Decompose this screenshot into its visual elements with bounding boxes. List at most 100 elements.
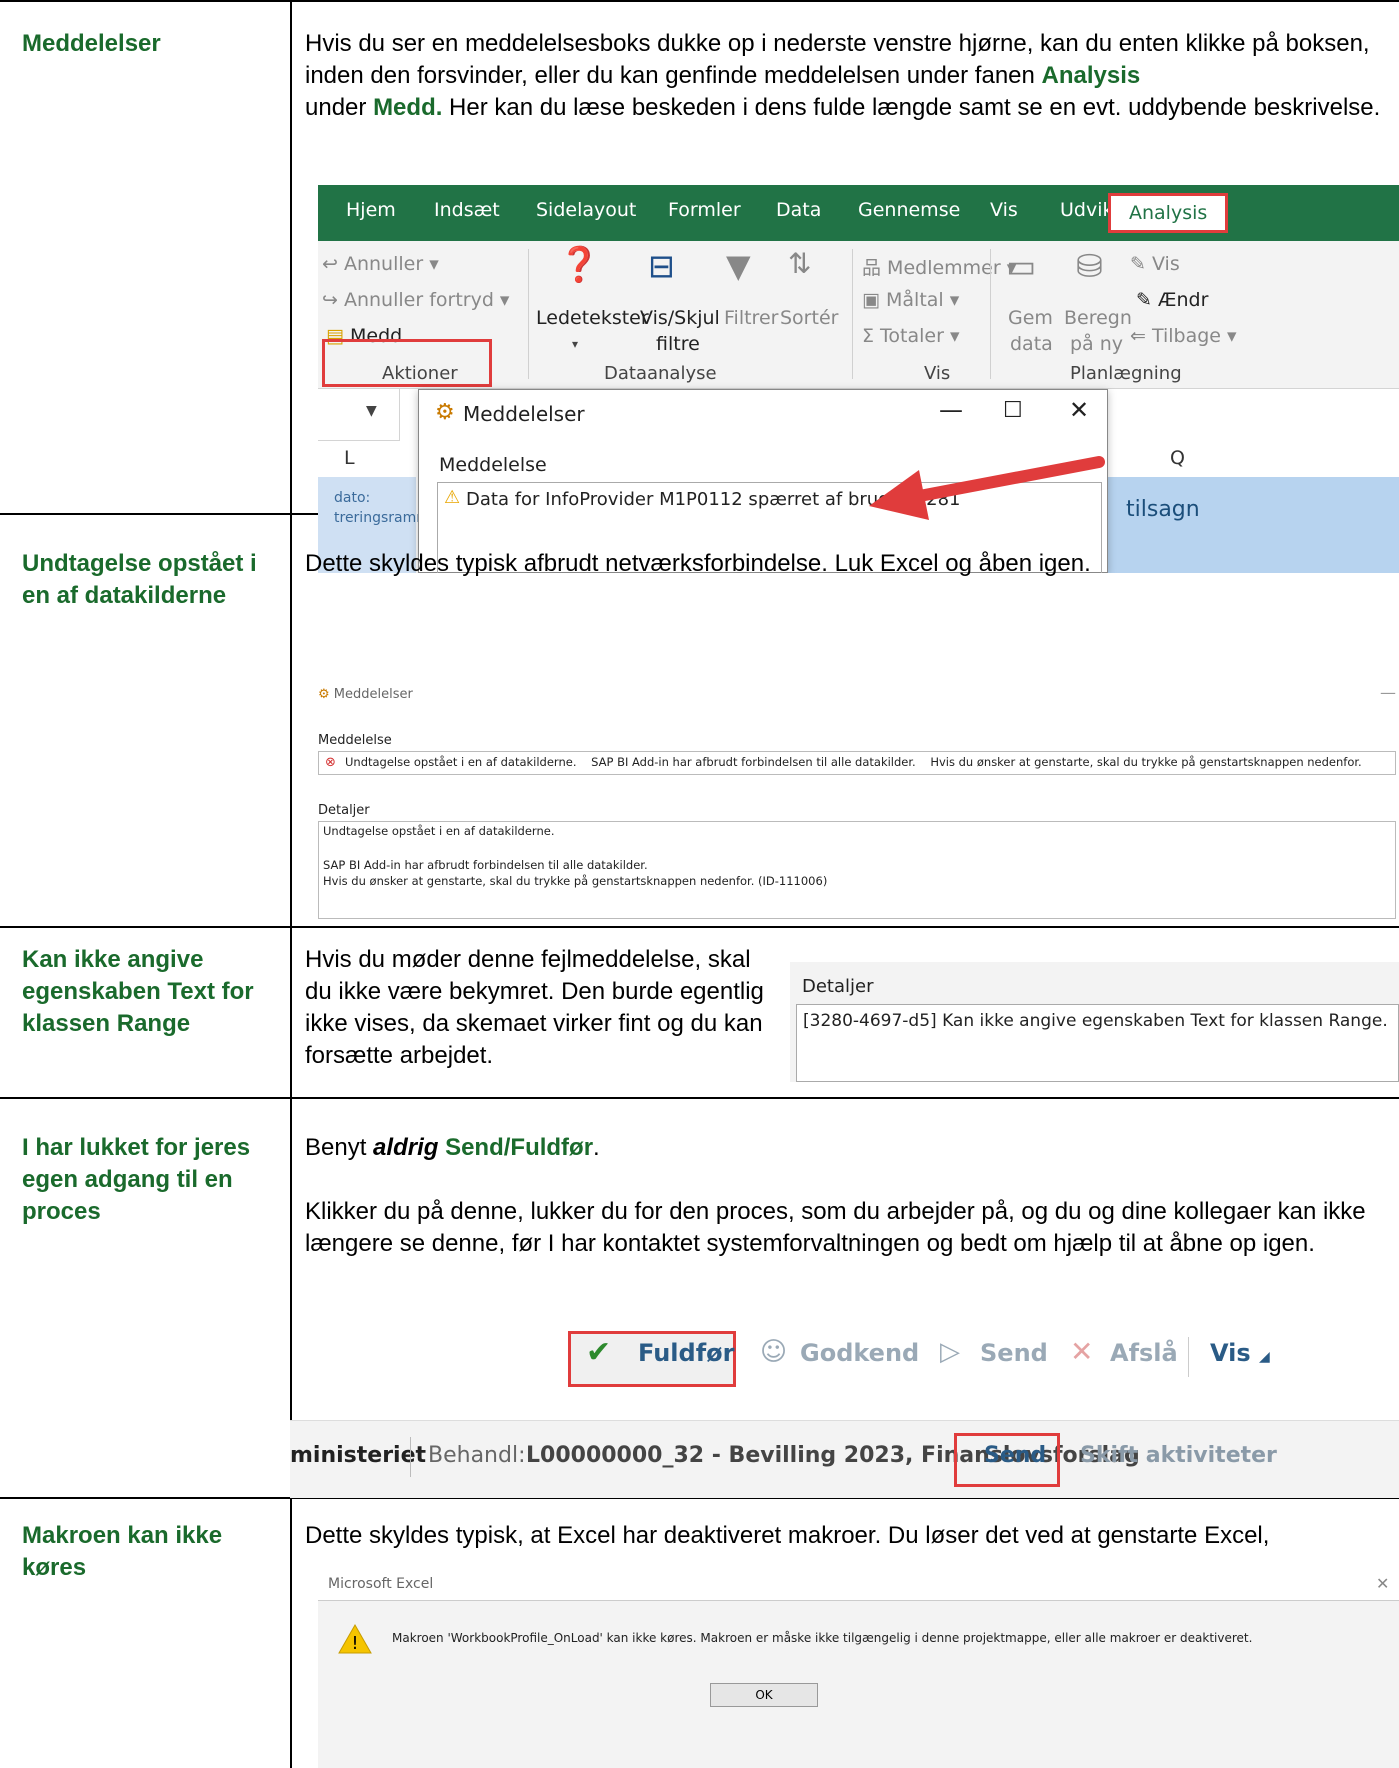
row-divider	[0, 926, 1399, 928]
body-text-part: .	[593, 1134, 600, 1161]
godkend-button[interactable]: Godkend	[800, 1339, 919, 1367]
aendr-button[interactable]: ✎ Ændr	[1136, 289, 1208, 311]
close-icon[interactable]: ✕	[1069, 396, 1089, 424]
tilbage-label: Tilbage	[1151, 325, 1222, 347]
minimize-icon[interactable]: —	[1380, 683, 1396, 702]
dropdown-arrow-icon: ▼	[366, 403, 377, 419]
row-body-makroen: Dette skyldes typisk, at Excel har deakt…	[305, 1522, 1270, 1549]
annuller-label: Annuller	[343, 253, 424, 275]
cell-text-dato: dato:	[334, 490, 371, 506]
beregn-button[interactable]: Beregn	[1064, 307, 1132, 329]
aldrig-keyword: aldrig	[373, 1134, 439, 1161]
minimize-icon[interactable]: —	[939, 396, 963, 424]
aktioner-group-label: Aktioner	[382, 363, 458, 384]
medlemmer-button[interactable]: 品 Medlemmer ▾	[862, 253, 1016, 280]
vis-label: Vis	[1151, 253, 1180, 275]
body-text-part: Her kan du læse beskeden i dens fulde læ…	[442, 94, 1381, 121]
status-bar-screenshot: ministeriet Behandl: L00000000_32 - Bevi…	[290, 1420, 1399, 1498]
row-body-lukket-intro: Benyt aldrig Send/Fuldfør.	[305, 1132, 1385, 1164]
view-icon: ✎	[1130, 253, 1152, 275]
macro-message: Makroen 'WorkbookProfile_OnLoad' kan ikk…	[392, 1631, 1253, 1645]
tilbage-button[interactable]: ⇐ Tilbage ▾	[1130, 325, 1237, 347]
body-text-part: under	[305, 94, 374, 121]
dialog-title: Meddelelser	[463, 402, 585, 426]
maltal-button[interactable]: ▣ Måltal ▾	[862, 289, 959, 311]
annuller-button[interactable]: ↩ Annuller ▾	[322, 253, 439, 275]
row-divider	[0, 1097, 1399, 1099]
close-icon[interactable]: ✕	[1376, 1574, 1389, 1593]
sorter-button[interactable]: Sortér	[780, 307, 838, 329]
tab-indsaet[interactable]: Indsæt	[434, 199, 500, 221]
data-label: data	[1010, 333, 1053, 355]
tab-vis[interactable]: Vis	[990, 199, 1018, 221]
tab-sidelayout[interactable]: Sidelayout	[536, 199, 636, 221]
vis-skjul-button[interactable]: Vis/Skjul	[640, 307, 720, 329]
annuller-fortryd-label: Annuller fortryd	[343, 289, 494, 311]
row-heading-kan-ikke-angive: Kan ikke angive egenskaben Text for klas…	[22, 946, 254, 1037]
ribbon-body: ↩ Annuller ▾ ↪ Annuller fortryd ▾ ▤ Medd…	[318, 241, 1399, 389]
annuller-fortryd-button[interactable]: ↪ Annuller fortryd ▾	[322, 289, 509, 311]
details-text: [3280-4697-d5] Kan ikke angive egenskabe…	[803, 1011, 1388, 1031]
dialog-label: Meddelelse	[439, 454, 547, 476]
send-statusbar-button[interactable]: Send	[984, 1443, 1046, 1468]
vis-button[interactable]: ✎ Vis	[1130, 253, 1180, 275]
reject-icon: ✕	[1070, 1335, 1094, 1368]
check-icon: ✔	[586, 1335, 612, 1370]
tab-hjem[interactable]: Hjem	[346, 199, 396, 221]
undo-icon: ↩	[322, 253, 344, 275]
details-box: Undtagelse opstået i en af datakilderne.…	[318, 821, 1396, 919]
fuldfor-button[interactable]: Fuldfør	[638, 1339, 734, 1367]
excel-ribbon-screenshot: Hjem Indsæt Sidelayout Formler Data Genn…	[318, 185, 1399, 573]
row-divider	[0, 0, 1399, 2]
send-button[interactable]: Send	[980, 1339, 1048, 1367]
ledetekster-button[interactable]: Ledetekster	[536, 307, 649, 329]
row-heading-undtagelse: Undtagelse opstået i en af datakilderne	[22, 550, 257, 609]
dataanalyse-group-label: Dataanalyse	[604, 363, 717, 384]
filter-icon: ▼	[726, 247, 751, 285]
body-text-part: Benyt	[305, 1134, 374, 1161]
details-box: [3280-4697-d5] Kan ikke angive egenskabe…	[796, 1004, 1399, 1082]
skift-aktiviteter-button[interactable]: Skift aktiviteter	[1080, 1443, 1277, 1468]
vis-menu-button[interactable]: Vis ◢	[1210, 1339, 1270, 1367]
afsla-button[interactable]: Afslå	[1110, 1339, 1178, 1367]
dialog-label: Meddelelse	[318, 733, 392, 748]
vis-group-label: Vis	[924, 363, 951, 384]
maximize-icon[interactable]: ☐	[1003, 398, 1023, 423]
row-body-kan-ikke-angive: Hvis du møder denne fejlmeddelelse, skal…	[305, 946, 764, 1069]
tab-data[interactable]: Data	[776, 199, 821, 221]
planlaegning-group-label: Planlægning	[1070, 363, 1182, 384]
tab-gennemse[interactable]: Gennemse	[858, 199, 960, 221]
arrow-annotation	[869, 456, 1105, 520]
tab-formler[interactable]: Formler	[668, 199, 741, 221]
gem-button[interactable]: Gem	[1008, 307, 1053, 329]
filtrer-button[interactable]: Filtrer	[724, 307, 778, 329]
cell-text-ramme: treringsramm	[334, 510, 430, 526]
pa-ny-label: på ny	[1070, 333, 1124, 355]
glasses-icon: ⊟	[648, 247, 675, 285]
medd-keyword: Medd.	[373, 94, 443, 121]
totaler-button[interactable]: Σ Totaler ▾	[862, 325, 960, 347]
details-line: Undtagelse opstået i en af datakilderne.	[323, 824, 555, 838]
meddelelser-dialog: ⚙ Meddelelser — ☐ ✕ Meddelelse ⚠ Data fo…	[418, 389, 1108, 573]
ministeriet-label: ministeriet	[290, 1443, 427, 1468]
filtre-label: filtre	[656, 333, 700, 355]
row-body-meddelelser: Hvis du ser en meddelelsesboks dukke op …	[305, 28, 1385, 124]
undtagelse-dialog-screenshot: ⚙ Meddelelser — Meddelelse ⊗ Undtagelse …	[318, 675, 1399, 920]
error-icon: ⊗	[325, 755, 336, 770]
ok-button[interactable]: OK	[710, 1683, 818, 1707]
sum-icon: Σ	[862, 325, 881, 347]
name-box[interactable]: ▼	[318, 389, 400, 441]
members-icon: 品	[862, 257, 888, 279]
workflow-toolbar-screenshot: ✔ Fuldfør ☺ Godkend ▷ Send ✕ Afslå Vis ◢	[560, 1325, 1399, 1395]
sort-icon: ⇅	[788, 247, 812, 280]
dialog-title-row: ⚙ Meddelelser	[318, 687, 413, 702]
ribbon-tab-bar: Hjem Indsæt Sidelayout Formler Data Genn…	[318, 185, 1399, 241]
warning-icon: ⚠	[444, 487, 461, 508]
edit-icon: ✎	[1136, 289, 1158, 311]
totaler-label: Totaler	[880, 325, 944, 347]
spreadsheet-area: ▼ L dato: treringsramm Q tilsagn ⚙ Medde…	[318, 389, 1399, 573]
status-separator	[410, 1437, 411, 1477]
maltal-label: Måltal	[886, 289, 944, 311]
tab-analysis[interactable]: Analysis	[1108, 193, 1229, 233]
vis-label: Vis	[1210, 1339, 1251, 1367]
